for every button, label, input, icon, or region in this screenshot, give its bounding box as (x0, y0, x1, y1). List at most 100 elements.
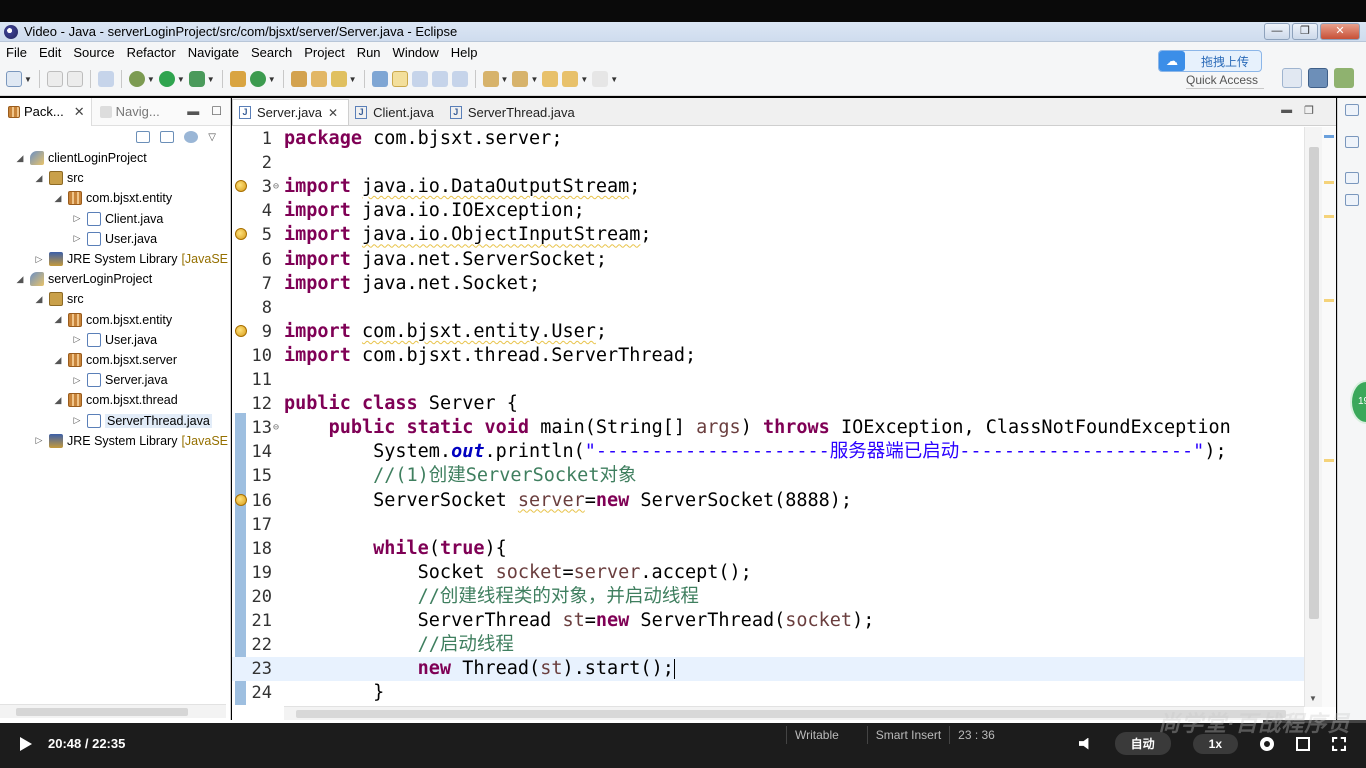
picture-in-picture-icon[interactable] (1296, 736, 1310, 751)
code-area[interactable]: 1 package com.bjsxt.server; 2 3 ⊖ import java… (232, 127, 1304, 705)
dropdown-arrow-icon[interactable]: ▼ (268, 75, 276, 84)
outline-icon[interactable] (1345, 194, 1359, 206)
volume-icon[interactable] (1078, 737, 1089, 750)
open-type-icon[interactable] (290, 71, 307, 87)
open-task-icon[interactable] (310, 71, 327, 87)
tree-item[interactable]: ▷ User.java (71, 330, 157, 350)
task-list-icon[interactable] (1345, 136, 1359, 148)
code-line[interactable]: 23 new Thread(st).start(); (232, 657, 1304, 682)
forward-icon[interactable] (592, 71, 609, 87)
previous-annotation-icon[interactable] (512, 71, 529, 87)
collapsed-icon[interactable]: ▷ (71, 233, 83, 244)
maximize-editor-button[interactable]: ❐ (1304, 104, 1314, 117)
expanded-icon[interactable]: ◢ (14, 274, 26, 285)
code-line[interactable]: 15 //(1)创建ServerSocket对象 (232, 464, 1304, 488)
collapse-all-icon[interactable] (136, 131, 151, 143)
close-tab-icon[interactable]: ✕ (74, 104, 85, 120)
menu-source[interactable]: Source (67, 45, 120, 60)
new-java-package-icon[interactable] (229, 71, 246, 87)
collapsed-icon[interactable]: ▷ (71, 213, 83, 224)
save-all-icon[interactable] (66, 71, 83, 87)
tree-item[interactable]: ◢ serverLoginProject (14, 269, 152, 289)
collapsed-icon[interactable]: ▷ (71, 334, 83, 345)
upload-button[interactable]: ☁ 拖拽上传 (1158, 50, 1262, 72)
fullscreen-icon[interactable] (1332, 736, 1346, 751)
show-whitespace-icon[interactable] (431, 71, 448, 87)
menu-search[interactable]: Search (245, 45, 298, 60)
tree-item[interactable]: ◢ clientLoginProject (14, 148, 147, 168)
close-button[interactable]: ✕ (1320, 23, 1360, 40)
dropdown-arrow-icon[interactable]: ▼ (610, 75, 618, 84)
expanded-icon[interactable]: ◢ (52, 395, 64, 406)
code-line[interactable]: 9 import com.bjsxt.entity.User; (232, 320, 1304, 344)
focus-icon[interactable] (184, 131, 199, 143)
dropdown-arrow-icon[interactable]: ▼ (24, 75, 32, 84)
scroll-down-icon[interactable]: ▼ (1309, 694, 1317, 703)
debug-icon[interactable] (128, 71, 145, 87)
code-line[interactable]: 19 Socket socket=server.accept(); (232, 561, 1304, 585)
editor-tab[interactable]: J Client.java (349, 99, 444, 125)
code-line[interactable]: 18 while(true){ (232, 537, 1304, 561)
dropdown-arrow-icon[interactable]: ▼ (147, 75, 155, 84)
tree-item[interactable]: ▷ ServerThread.java (71, 411, 212, 431)
expanded-icon[interactable]: ◢ (33, 173, 45, 184)
overview-marker[interactable] (1324, 215, 1334, 218)
quality-button[interactable]: 自动 (1114, 732, 1171, 755)
play-icon[interactable] (20, 737, 32, 751)
code-line[interactable]: 11 (232, 368, 1304, 392)
code-line[interactable]: 6 import java.net.ServerSocket; (232, 248, 1304, 272)
run-icon[interactable] (158, 71, 175, 87)
menu-window[interactable]: Window (387, 45, 445, 60)
code-line[interactable]: 21 ServerThread st=new ServerThread(sock… (232, 609, 1304, 633)
debug-perspective-icon[interactable] (1334, 68, 1354, 88)
fold-toggle-icon[interactable]: ⊖ (273, 416, 279, 440)
overview-marker[interactable] (1324, 459, 1334, 462)
collapsed-icon[interactable]: ▷ (71, 415, 83, 426)
tree-item[interactable]: ◢ com.bjsxt.thread (52, 390, 178, 410)
code-line[interactable]: 16 ServerSocket server=new ServerSocket(… (232, 489, 1304, 513)
tree-item[interactable]: ▷ JRE System Library [JavaSE (33, 249, 228, 269)
overview-marker[interactable] (1324, 181, 1334, 184)
code-line[interactable]: 7 import java.net.Socket; (232, 272, 1304, 296)
minimize-view-button[interactable]: ▬ (187, 104, 199, 118)
expanded-icon[interactable]: ◢ (52, 314, 64, 325)
warning-icon[interactable] (235, 493, 247, 506)
new-java-class-icon[interactable] (249, 71, 266, 87)
code-line[interactable]: 12 public class Server { (232, 392, 1304, 416)
toggle-highlight-icon[interactable] (391, 71, 408, 87)
tree-item[interactable]: ◢ src (33, 168, 84, 188)
link-with-editor-icon[interactable] (160, 131, 175, 143)
dropdown-arrow-icon[interactable]: ▼ (580, 75, 588, 84)
restore-button[interactable]: ❐ (1292, 23, 1318, 40)
tree-item[interactable]: ▷ User.java (71, 229, 157, 249)
restore-view-icon[interactable] (1345, 172, 1359, 184)
menu-navigate[interactable]: Navigate (182, 45, 245, 60)
scroll-thumb[interactable] (1309, 147, 1319, 619)
dropdown-arrow-icon[interactable]: ▼ (177, 75, 185, 84)
next-annotation-icon[interactable] (482, 71, 499, 87)
collapsed-icon[interactable]: ▷ (33, 254, 45, 265)
toggle-mark-occurrences-icon[interactable] (371, 71, 388, 87)
collapsed-icon[interactable]: ▷ (33, 435, 45, 446)
overview-marker[interactable] (1324, 299, 1334, 302)
menu-edit[interactable]: Edit (33, 45, 67, 60)
dropdown-arrow-icon[interactable]: ▼ (530, 75, 538, 84)
menu-refactor[interactable]: Refactor (121, 45, 182, 60)
left-horizontal-scrollbar[interactable] (0, 704, 226, 718)
minimize-button[interactable]: — (1264, 23, 1290, 40)
editor-tab[interactable]: J Server.java ✕ (232, 99, 350, 125)
code-line[interactable]: 24 } (232, 681, 1304, 705)
back-icon[interactable] (562, 71, 579, 87)
close-tab-icon[interactable]: ✕ (328, 106, 338, 120)
dropdown-arrow-icon[interactable]: ▼ (349, 75, 357, 84)
fold-toggle-icon[interactable]: ⊖ (273, 175, 279, 199)
expanded-icon[interactable]: ◢ (33, 294, 45, 305)
menu-project[interactable]: Project (298, 45, 350, 60)
java-perspective-icon[interactable] (1308, 68, 1328, 88)
menu-help[interactable]: Help (445, 45, 484, 60)
tree-item[interactable]: ◢ com.bjsxt.entity (52, 310, 172, 330)
tree-item[interactable]: ▷ JRE System Library [JavaSE (33, 431, 228, 451)
save-icon[interactable] (46, 71, 63, 87)
editor-horizontal-scrollbar[interactable] (284, 706, 1304, 720)
tree-item[interactable]: ◢ com.bjsxt.entity (52, 188, 172, 208)
